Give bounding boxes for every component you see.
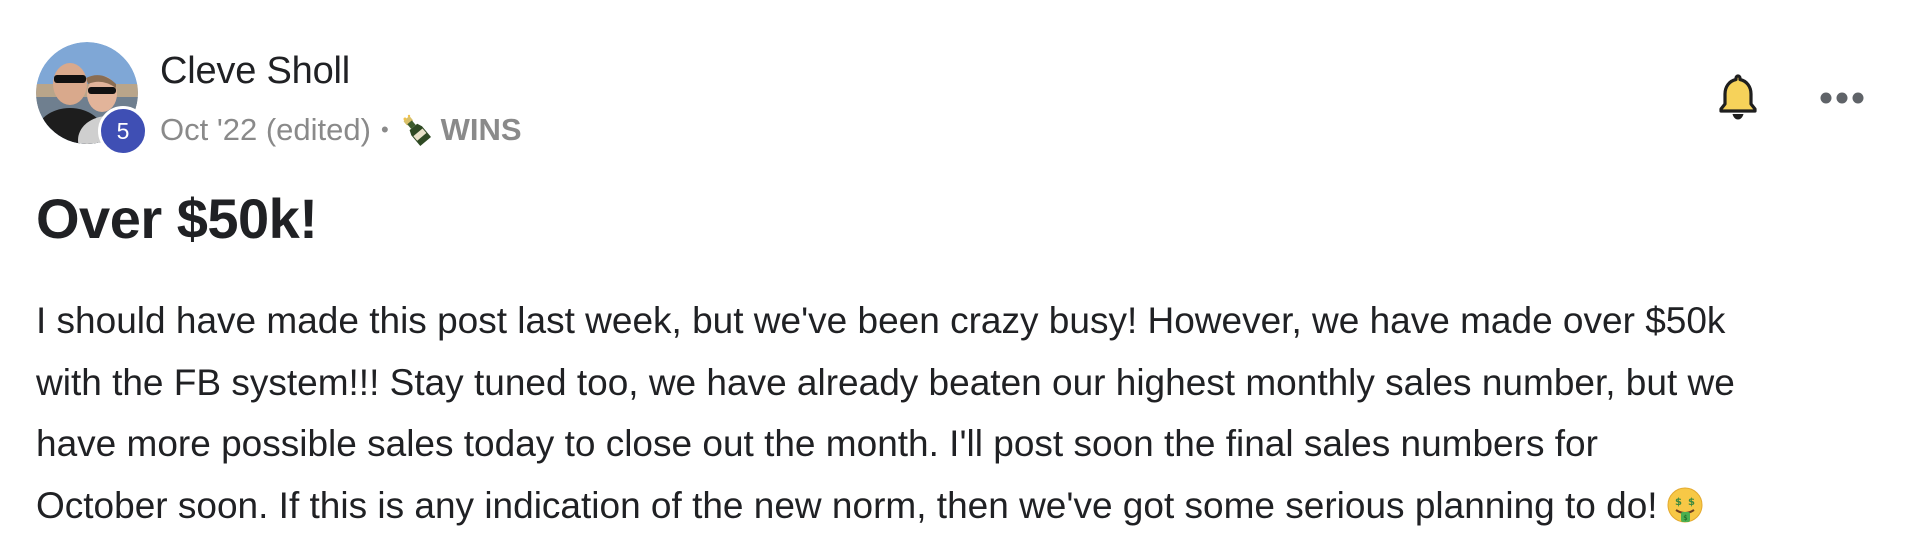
post-title: Over $50k! xyxy=(36,187,318,250)
svg-text:$: $ xyxy=(1683,514,1687,522)
post-body: I should have made this post last week, … xyxy=(36,290,1896,536)
author-avatar-group[interactable]: 5 xyxy=(36,42,148,156)
post-body-line: I should have made this post last week, … xyxy=(36,300,1726,341)
more-options-icon[interactable] xyxy=(1818,84,1866,112)
post-body-line: have more possible sales today to close … xyxy=(36,423,1598,464)
author-name[interactable]: Cleve Sholl xyxy=(160,50,350,93)
level-badge: 5 xyxy=(98,106,148,156)
post-body-last-line: October soon. If this is any indication … xyxy=(36,475,1896,537)
post-body-line: with the FB system!!! Stay tuned too, we… xyxy=(36,361,1735,403)
category-link[interactable]: WINS xyxy=(441,112,522,148)
bell-icon[interactable] xyxy=(1716,72,1760,122)
meta-separator: • xyxy=(380,117,389,142)
post-body-line: October soon. If this is any indication … xyxy=(36,484,1658,526)
post-date: Oct '22 (edited) xyxy=(160,112,371,147)
svg-text:$: $ xyxy=(1675,497,1682,508)
post-card: 5 Cleve Sholl Oct '22 (edited) • WINS Ov… xyxy=(0,0,1928,552)
money-mouth-face-emoji-icon: $ $ $ xyxy=(1667,487,1703,522)
champagne-bottle-icon xyxy=(403,114,431,146)
svg-text:$: $ xyxy=(1688,497,1695,508)
post-meta: Oct '22 (edited) • WINS xyxy=(160,112,522,148)
